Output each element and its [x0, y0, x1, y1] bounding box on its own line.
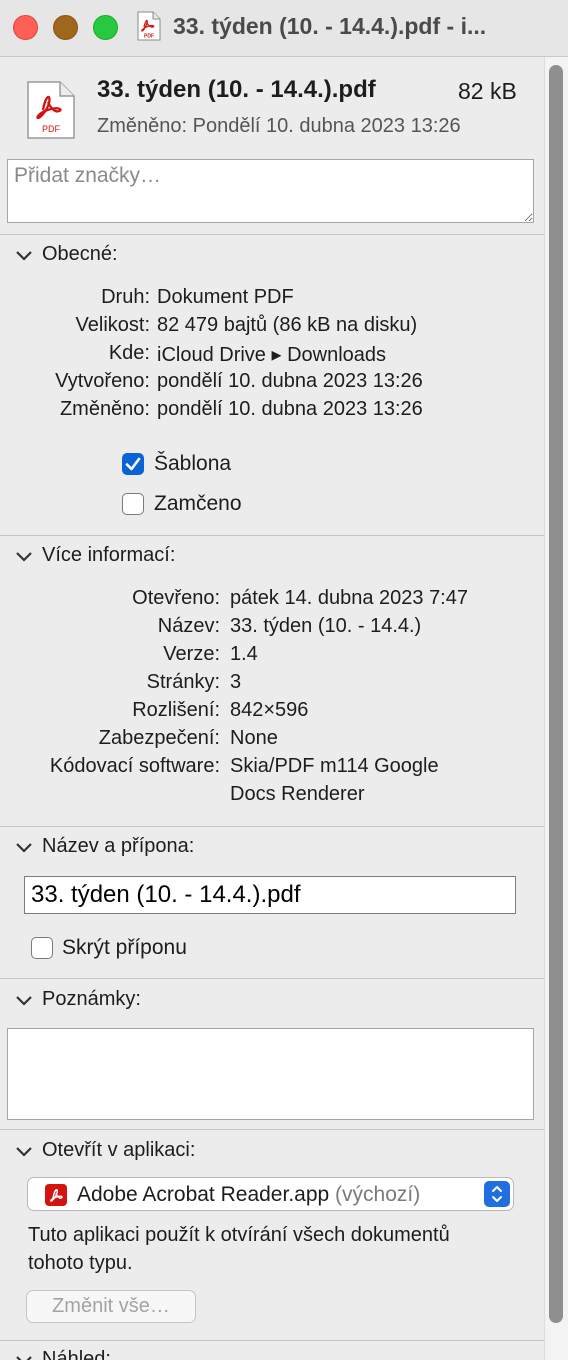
section-name-ext-header[interactable]: Název a přípona:: [14, 835, 194, 858]
divider: [0, 1129, 544, 1130]
info-label: Druh:: [101, 286, 150, 308]
hide-extension-checkbox[interactable]: [31, 937, 53, 959]
kind-value: Dokument PDF: [157, 286, 294, 308]
section-name-ext-title: Název a přípona:: [42, 835, 195, 857]
info-label: Kde:: [108, 342, 150, 364]
hide-extension-label: Skrýt příponu: [62, 936, 187, 959]
title-bar: PDF 33. týden (10. - 14.4.).pdf - i...: [0, 0, 568, 57]
title-value: 33. týden (10. - 14.4.): [230, 615, 422, 637]
version-value: 1.4: [230, 643, 258, 665]
file-name: 33. týden (10. - 14.4.).pdf: [97, 76, 376, 103]
file-name-input[interactable]: [24, 876, 516, 914]
pdf-file-icon: PDF: [27, 81, 75, 139]
section-more-info-header[interactable]: Více informací:: [14, 544, 175, 567]
pdf-document-icon[interactable]: PDF: [137, 11, 161, 41]
file-modified-date: Změněno: Pondělí 10. dubna 2023 13:26: [97, 115, 461, 137]
section-preview-title: Náhled:: [42, 1348, 111, 1360]
open-with-app-select[interactable]: Adobe Acrobat Reader.app (výchozí): [27, 1177, 514, 1211]
info-label: Změněno:: [59, 398, 150, 420]
modified-value: pondělí 10. dubna 2023 13:26: [157, 398, 423, 420]
pages-value: 3: [230, 671, 242, 693]
created-value: pondělí 10. dubna 2023 13:26: [157, 370, 423, 392]
locked-checkbox[interactable]: [122, 493, 144, 515]
svg-text:PDF: PDF: [42, 124, 61, 134]
resolution-value: 842×596: [230, 699, 309, 721]
window-title: 33. týden (10. - 14.4.).pdf - i...: [173, 13, 487, 39]
notes-textarea[interactable]: [7, 1028, 534, 1120]
change-all-button[interactable]: Změnit vše…: [26, 1290, 196, 1323]
divider: [0, 234, 544, 235]
info-label: Rozlišení:: [132, 699, 220, 721]
app-name: Adobe Acrobat Reader.app: [77, 1183, 330, 1206]
checkmark-icon: [125, 457, 141, 471]
info-label: Verze:: [163, 643, 220, 665]
info-label: Kódovací software:: [49, 755, 220, 777]
info-label: Otevřeno:: [132, 587, 220, 609]
opened-value: pátek 14. dubna 2023 7:47: [230, 587, 468, 609]
scrollbar-thumb[interactable]: [549, 65, 563, 1323]
app-default-marker: (výchozí): [335, 1183, 421, 1206]
section-general-header[interactable]: Obecné:: [14, 243, 118, 266]
section-open-with-title: Otevřít v aplikaci:: [42, 1139, 196, 1161]
section-preview-header[interactable]: Náhled:: [14, 1348, 111, 1360]
chevron-down-icon: [16, 1146, 32, 1157]
zoom-window-button[interactable]: [93, 15, 118, 40]
select-stepper-icon[interactable]: [484, 1181, 510, 1207]
svg-text:PDF: PDF: [144, 34, 154, 40]
open-with-description: Tuto aplikaci použít k otvírání všech do…: [28, 1224, 450, 1274]
divider: [0, 826, 544, 827]
template-label: Šablona: [154, 452, 232, 475]
info-label: Název:: [157, 615, 220, 637]
selected-app-name: Adobe Acrobat Reader.app (výchozí): [77, 1183, 420, 1207]
info-label: Zabezpečení:: [98, 727, 220, 749]
file-size: 82 kB: [458, 78, 517, 104]
chevron-down-icon: [16, 1355, 32, 1360]
tags-input[interactable]: [7, 159, 534, 223]
info-panel: PDF 33. týden (10. - 14.4.).pdf 82 kB Zm…: [0, 57, 544, 1360]
security-value: None: [230, 727, 278, 749]
close-window-button[interactable]: [13, 15, 38, 40]
where-value: iCloud Drive ▸ Downloads: [157, 344, 387, 366]
section-notes-title: Poznámky:: [42, 988, 141, 1010]
chevron-down-icon: [16, 250, 32, 261]
encoding-software-value-line2: Docs Renderer: [230, 783, 365, 805]
acrobat-app-icon: [45, 1184, 67, 1206]
info-label: Velikost:: [75, 314, 150, 336]
encoding-software-value: Skia/PDF m114 Google: [230, 755, 439, 777]
section-notes-header[interactable]: Poznámky:: [14, 988, 141, 1011]
divider: [0, 1340, 544, 1341]
section-general-title: Obecné:: [42, 243, 118, 265]
section-open-with-header[interactable]: Otevřít v aplikaci:: [14, 1139, 195, 1162]
minimize-window-button[interactable]: [53, 15, 78, 40]
info-label: Stránky:: [146, 671, 220, 693]
divider: [0, 978, 544, 979]
chevron-down-icon: [16, 842, 32, 853]
divider: [0, 535, 544, 536]
info-label: Vytvořeno:: [55, 370, 150, 392]
template-checkbox[interactable]: [122, 453, 144, 475]
locked-label: Zamčeno: [154, 492, 242, 515]
chevron-down-icon: [16, 551, 32, 562]
size-value: 82 479 bajtů (86 kB na disku): [157, 314, 418, 336]
chevron-down-icon: [16, 995, 32, 1006]
section-more-info-title: Více informací:: [42, 544, 176, 566]
